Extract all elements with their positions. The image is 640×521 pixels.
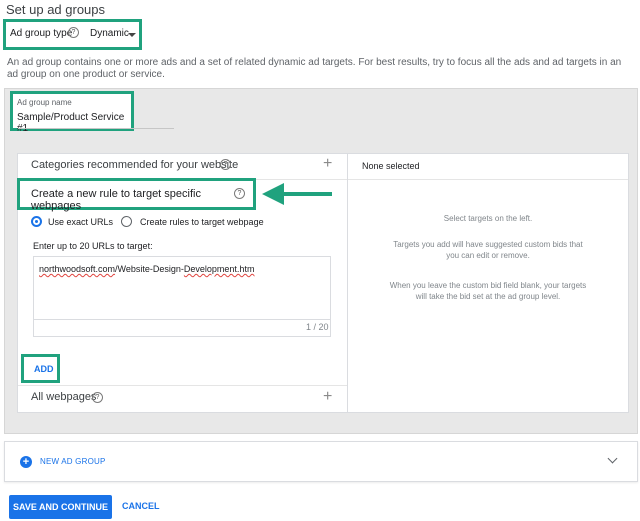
cancel-button[interactable]: CANCEL — [122, 501, 160, 511]
hint-text: Select targets on the left. — [443, 214, 533, 223]
help-icon[interactable]: ? — [220, 159, 231, 170]
ad-group-name-input[interactable]: Sample/Product Service #1 — [17, 112, 131, 134]
chevron-down-icon[interactable] — [607, 453, 618, 464]
radio-exact-urls[interactable] — [31, 216, 42, 227]
radio-create-rules-label[interactable]: Create rules to target webpage — [140, 217, 264, 227]
radio-exact-urls-label[interactable]: Use exact URLs — [48, 217, 113, 227]
row-divider — [348, 179, 628, 180]
ad-group-name-label: Ad group name — [17, 98, 72, 107]
annotation-arrow-shaft — [282, 192, 332, 196]
ad-group-type-row: Ad group type ? Dynamic — [3, 19, 142, 50]
ad-group-type-label: Ad group type — [10, 28, 73, 39]
add-categories-plus-icon[interactable]: + — [323, 156, 332, 172]
url-domain: northwoodsoft.com — [39, 264, 116, 274]
url-path: /Website-Design- — [115, 264, 184, 274]
selection-status: None selected — [362, 161, 420, 171]
add-button[interactable]: ADD — [21, 354, 60, 383]
url-instruction: Enter up to 20 URLs to target: — [33, 241, 153, 251]
add-button-label[interactable]: ADD — [34, 364, 54, 374]
url-textarea[interactable]: northwoodsoft.com/Website-Design-Develop… — [33, 256, 331, 337]
categories-label[interactable]: Categories recommended for your website — [31, 159, 238, 171]
plus-circle-icon[interactable]: + — [20, 456, 32, 468]
annotation-arrow-icon — [262, 183, 284, 205]
url-counter: 1 / 20 — [306, 322, 329, 332]
radio-create-rules[interactable] — [121, 216, 132, 227]
help-icon[interactable]: ? — [234, 188, 245, 199]
dropdown-caret-icon[interactable] — [128, 33, 136, 37]
hint-text: When you leave the custom bid field blan… — [389, 281, 587, 301]
ad-group-name-field[interactable]: Ad group name Sample/Product Service #1 — [10, 91, 134, 134]
url-textarea-underline — [33, 319, 331, 320]
row-divider — [18, 385, 347, 386]
create-rule-section[interactable]: Create a new rule to target specific web… — [17, 178, 256, 212]
url-value[interactable]: northwoodsoft.com/Website-Design-Develop… — [39, 264, 254, 274]
help-icon[interactable]: ? — [92, 392, 103, 403]
new-ad-group-label[interactable]: NEW AD GROUP — [40, 457, 106, 466]
create-rule-label[interactable]: Create a new rule to target specific web… — [31, 188, 253, 212]
save-and-continue-button[interactable]: SAVE AND CONTINUE — [9, 495, 112, 519]
ad-group-type-select[interactable]: Dynamic — [90, 28, 129, 39]
intro-text: An ad group contains one or more ads and… — [7, 57, 622, 80]
page-title: Set up ad groups — [6, 2, 106, 17]
all-webpages-label[interactable]: All webpages — [31, 391, 96, 403]
help-icon[interactable]: ? — [68, 27, 79, 38]
name-field-underline — [18, 128, 174, 129]
new-ad-group-row[interactable]: + NEW AD GROUP — [4, 441, 638, 482]
targets-divider — [347, 153, 348, 413]
add-all-webpages-plus-icon[interactable]: + — [323, 389, 332, 405]
hint-text: Targets you add will have suggested cust… — [393, 240, 583, 260]
url-page: Development.htm — [183, 264, 255, 274]
